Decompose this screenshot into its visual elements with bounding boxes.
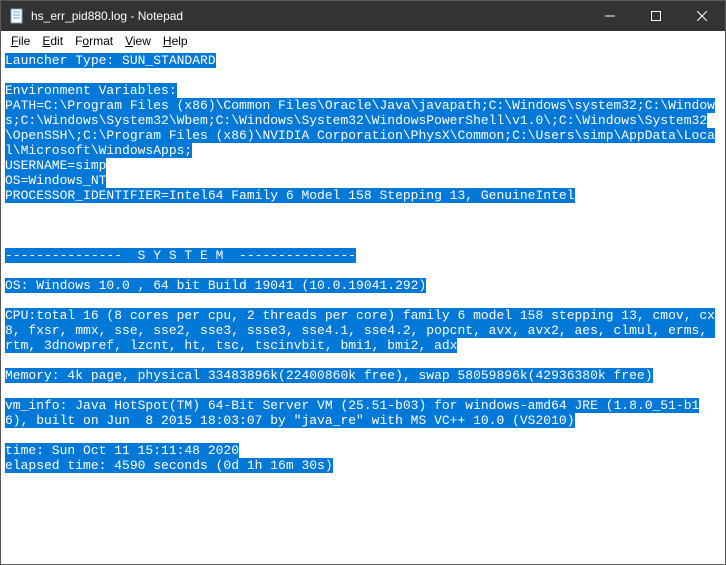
sel-time-line: time: Sun Oct 11 15:11:48 2020: [5, 443, 239, 458]
minimize-button[interactable]: [587, 1, 633, 31]
menu-format[interactable]: Format: [69, 32, 119, 50]
sel-username: USERNAME=simp: [5, 158, 106, 173]
sel-os-env: OS=Windows_NT: [5, 173, 106, 188]
sel-launcher-type: Launcher Type: SUN_STANDARD: [5, 53, 216, 68]
window-title: hs_err_pid880.log - Notepad: [31, 9, 587, 23]
menu-edit[interactable]: Edit: [36, 32, 69, 50]
sel-env-header: Environment Variables:: [5, 83, 177, 98]
menu-file[interactable]: File: [5, 32, 36, 50]
sel-cpu-line: CPU:total 16 (8 cores per cpu, 2 threads…: [5, 308, 715, 353]
sel-system-sep: --------------- S Y S T E M ------------…: [5, 248, 356, 263]
sel-os-line: OS: Windows 10.0 , 64 bit Build 19041 (1…: [5, 278, 426, 293]
text-area[interactable]: Launcher Type: SUN_STANDARD Environment …: [1, 51, 725, 564]
sel-processor: PROCESSOR_IDENTIFIER=Intel64 Family 6 Mo…: [5, 188, 575, 203]
sel-elapsed-line: elapsed time: 4590 seconds (0d 1h 16m 30…: [5, 458, 333, 473]
menu-help[interactable]: Help: [157, 32, 194, 50]
close-button[interactable]: [679, 1, 725, 31]
window-controls: [587, 1, 725, 31]
title-bar[interactable]: hs_err_pid880.log - Notepad: [1, 1, 725, 31]
notepad-window: hs_err_pid880.log - Notepad File Edit Fo…: [0, 0, 726, 565]
sel-vm-info: vm_info: Java HotSpot(TM) 64-Bit Server …: [5, 398, 699, 428]
maximize-button[interactable]: [633, 1, 679, 31]
menu-bar: File Edit Format View Help: [1, 31, 725, 51]
menu-view[interactable]: View: [119, 32, 157, 50]
notepad-icon: [9, 8, 25, 24]
sel-path: PATH=C:\Program Files (x86)\Common Files…: [5, 98, 715, 158]
sel-memory-line: Memory: 4k page, physical 33483896k(2240…: [5, 368, 653, 383]
